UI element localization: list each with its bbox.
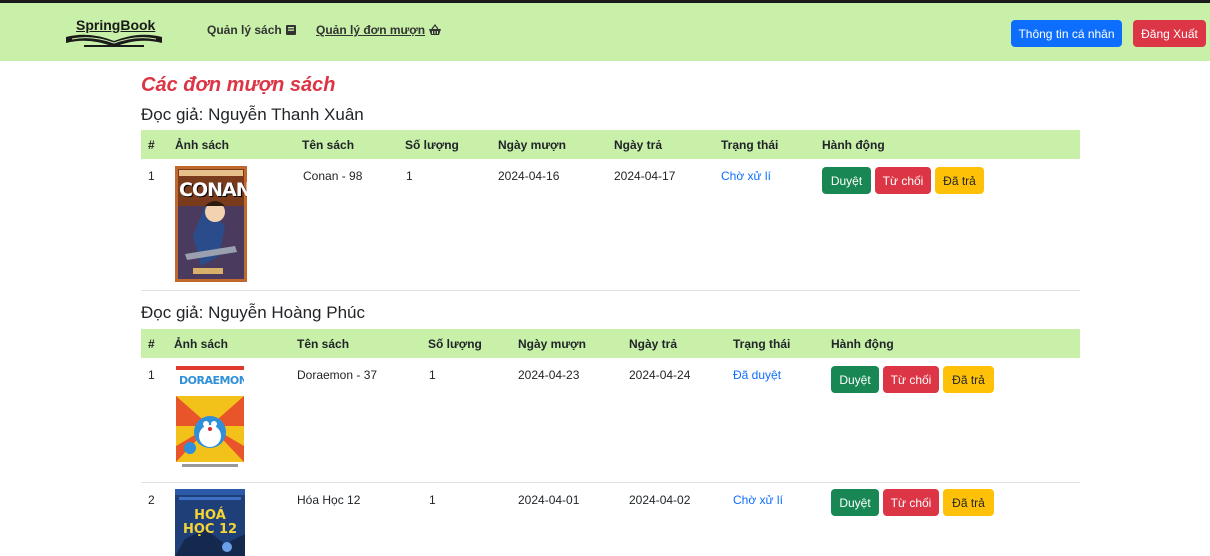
reject-button[interactable]: Từ chối [883, 489, 939, 516]
returned-button[interactable]: Đã trả [943, 366, 994, 393]
nav-manage-loans[interactable]: Quản lý đơn mượn [316, 23, 442, 37]
row-title: Doraemon - 37 [297, 368, 378, 382]
col-image: Ảnh sách [174, 337, 229, 351]
row-quantity: 1 [429, 368, 436, 382]
col-index: # [148, 337, 155, 351]
col-index: # [148, 138, 155, 152]
col-borrow-date: Ngày mượn [498, 138, 566, 152]
col-title: Tên sách [297, 337, 350, 351]
col-actions: Hành động [822, 138, 885, 152]
col-status: Trạng thái [733, 337, 791, 351]
status-badge: Chờ xử lí [721, 169, 771, 183]
row-index: 1 [148, 368, 155, 382]
row-borrow-date: 2024-04-23 [518, 368, 580, 382]
navbar: SpringBook Quản lý sách Quản lý đơn mượn… [0, 3, 1210, 61]
row-index: 2 [148, 493, 155, 507]
row-quantity: 1 [429, 493, 436, 507]
approve-button[interactable]: Duyệt [831, 489, 879, 516]
col-return-date: Ngày trả [629, 337, 678, 351]
row-return-date: 2024-04-24 [629, 368, 691, 382]
row-quantity: 1 [406, 169, 413, 183]
reader-name: Đọc giả: Nguyễn Hoàng Phúc [141, 303, 365, 322]
col-quantity: Số lượng [428, 337, 482, 351]
returned-button[interactable]: Đã trả [935, 167, 984, 194]
cover-title: DORAEMON [179, 374, 244, 387]
status-badge: Đã duyệt [733, 368, 782, 382]
approve-button[interactable]: Duyệt [831, 366, 879, 393]
reader-name: Đọc giả: Nguyễn Thanh Xuân [141, 105, 364, 124]
returned-button[interactable]: Đã trả [943, 489, 994, 516]
row-divider [141, 482, 1080, 483]
table-header: # Ảnh sách Tên sách Số lượng Ngày mượn N… [141, 329, 1080, 358]
cover-title: HOÁ HỌC 12 [182, 508, 238, 537]
page-title: Các đơn mượn sách [141, 74, 336, 96]
row-borrow-date: 2024-04-01 [518, 493, 580, 507]
cover-title: CONAN [179, 179, 247, 201]
row-index: 1 [148, 169, 155, 183]
col-status: Trạng thái [721, 138, 779, 152]
row-title: Hóa Học 12 [297, 493, 361, 507]
row-borrow-date: 2024-04-16 [498, 169, 560, 183]
brand-name: SpringBook [76, 17, 156, 33]
book-cover-image: DORAEMON [176, 366, 244, 472]
reject-button[interactable]: Từ chối [883, 366, 939, 393]
col-image: Ảnh sách [175, 138, 230, 152]
row-return-date: 2024-04-17 [614, 169, 676, 183]
col-quantity: Số lượng [405, 138, 459, 152]
table-header: # Ảnh sách Tên sách Số lượng Ngày mượn N… [141, 130, 1080, 159]
approve-button[interactable]: Duyệt [822, 167, 871, 194]
open-book-icon [66, 34, 162, 47]
status-badge: Chờ xử lí [733, 493, 783, 507]
nav-manage-books[interactable]: Quản lý sách [207, 23, 297, 37]
basket-icon [429, 24, 442, 35]
row-title: Conan - 98 [303, 169, 363, 183]
col-return-date: Ngày trả [614, 138, 663, 152]
book-cover-image: HOÁ HỌC 12 [175, 489, 245, 556]
book-icon [285, 25, 296, 35]
col-title: Tên sách [302, 138, 355, 152]
reject-button[interactable]: Từ chối [875, 167, 931, 194]
row-return-date: 2024-04-02 [629, 493, 691, 507]
logout-button[interactable]: Đăng Xuất [1133, 20, 1206, 47]
profile-button[interactable]: Thông tin cá nhân [1011, 20, 1122, 47]
col-borrow-date: Ngày mượn [518, 337, 586, 351]
book-cover-image: CONAN [175, 166, 247, 282]
row-divider [141, 290, 1080, 291]
brand-logo[interactable]: SpringBook [64, 17, 164, 53]
col-actions: Hành động [831, 337, 894, 351]
